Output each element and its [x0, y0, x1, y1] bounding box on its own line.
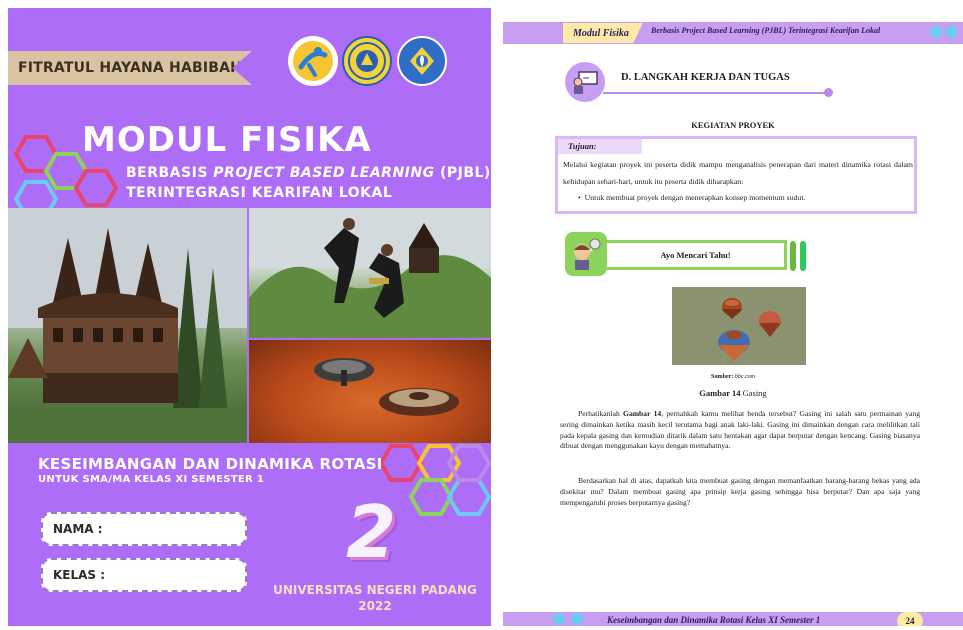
module-audience: UNTUK SMA/MA KELAS XI SEMESTER 1: [38, 474, 265, 485]
activity-title: KEGIATAN PROYEK: [691, 120, 775, 130]
unp-seal-icon: [348, 42, 386, 80]
section-icon: [565, 62, 605, 102]
student-thinking-icon: [574, 238, 601, 270]
gasing-spinning-illustration: [314, 358, 459, 416]
page-number: 24: [897, 612, 923, 626]
subtitle-suffix: (PJBL): [434, 165, 491, 181]
ayo-mencari-tahu-banner: Ayo Mencari Tahu!: [607, 240, 787, 270]
subtitle-italic: PROJECT BASED LEARNING: [213, 165, 435, 181]
hexagon-decoration-right: [381, 444, 491, 516]
content-page: Modul Fisika Berbasis Project Based Lear…: [503, 8, 963, 626]
page-footer: Keseimbangan dan Dinamika Rotasi Kelas X…: [503, 612, 963, 626]
tujuan-bullet-item: • Untuk membuat proyek dengan menerapkan…: [578, 193, 806, 202]
figure-label: Gambar 14: [699, 388, 741, 398]
ayo-banner-bar: [800, 241, 806, 271]
module-subtitle-line2: TERINTEGRASI KEARIFAN LOKAL: [126, 185, 393, 201]
document-spread: FITRATUL HAYANA HABIBAH MODUL FISIKA BER…: [0, 0, 963, 630]
author-name: FITRATUL HAYANA HABIBAH: [18, 60, 243, 76]
source-value: bbc.com: [734, 374, 755, 380]
paragraph-2: Berdasarkan hal di atas, dapatkah kita m…: [560, 476, 920, 507]
kelas-label: KELAS :: [53, 568, 106, 582]
author-ribbon: FITRATUL HAYANA HABIBAH: [8, 51, 252, 85]
nama-label: NAMA :: [53, 522, 103, 536]
publisher-block: UNIVERSITAS NEGERI PADANG 2022: [270, 582, 480, 614]
footer-text: Keseimbangan dan Dinamika Rotasi Kelas X…: [607, 615, 821, 625]
publication-year: 2022: [358, 599, 392, 614]
module-topic: KESEIMBANGAN DAN DINAMIKA ROTASI: [38, 455, 383, 473]
page-header: Modul Fisika Berbasis Project Based Lear…: [503, 22, 963, 44]
tujuan-text: Melalui kegiatan proyek ini peserta didi…: [563, 160, 913, 186]
footer-dots: [553, 613, 583, 625]
tujuan-label: Tujuan:: [558, 139, 642, 154]
paragraph-1: Perhatikanlah Gambar 14, pernahkah kamu …: [560, 409, 920, 452]
module-title: MODUL FISIKA: [82, 120, 372, 160]
tut-wuri-icon: [404, 43, 440, 79]
kampus-merdeka-icon: [293, 41, 333, 81]
figure-caption: Gambar 14 Gasing: [503, 388, 963, 398]
figure-caption-text: Gasing: [740, 388, 767, 398]
header-tag: Modul Fisika: [563, 23, 643, 43]
silat-photo: [249, 208, 491, 338]
rumah-gadang-illustration: [8, 208, 247, 443]
silat-illustration: [249, 208, 491, 338]
image-source: Sumber: bbc.com: [503, 374, 963, 380]
module-subtitle-line1: BERBASIS PROJECT BASED LEARNING (PJBL): [126, 165, 491, 181]
ayo-banner-bar: [790, 241, 796, 271]
tujuan-box: Tujuan: Melalui kegiatan proyek ini pese…: [555, 136, 917, 214]
header-dots: [930, 26, 957, 38]
paragraph-1-prefix: Perhatikanlah: [578, 409, 624, 418]
header-text: Berbasis Project Based Learning (PJBL) T…: [651, 26, 881, 35]
kampus-merdeka-logo: [288, 36, 338, 86]
gasing-photo: [672, 287, 806, 365]
unp-logo: [342, 36, 392, 86]
section-underline-dot: [824, 88, 833, 97]
cover-page: FITRATUL HAYANA HABIBAH MODUL FISIKA BER…: [8, 8, 491, 626]
section-title: D. LANGKAH KERJA DAN TUGAS: [621, 72, 790, 83]
tut-wuri-handayani-logo: [397, 36, 447, 86]
teacher-board-icon: [573, 71, 598, 94]
source-label: Sumber:: [710, 374, 735, 380]
header-dot-icon: [930, 26, 942, 38]
university-name: UNIVERSITAS NEGERI PADANG: [273, 583, 477, 597]
tujuan-bullet-text: Untuk membuat proyek dengan menerapkan k…: [584, 193, 806, 202]
gasing-illustration: [672, 287, 806, 365]
ayo-mencari-tahu-icon-box: [565, 232, 607, 276]
footer-dot-icon: [553, 613, 565, 625]
section-underline: [603, 92, 828, 94]
kelas-field[interactable]: KELAS :: [41, 558, 247, 592]
module-number: 2: [346, 490, 397, 574]
rumah-gadang-photo: [8, 208, 247, 443]
gasing-spinning-photo: [249, 340, 491, 443]
subtitle-prefix: BERBASIS: [126, 165, 214, 181]
paragraph-1-figure-ref: Gambar 14: [623, 409, 662, 418]
footer-dot-icon: [571, 613, 583, 625]
nama-field[interactable]: NAMA :: [41, 512, 247, 546]
header-dot-icon: [945, 26, 957, 38]
